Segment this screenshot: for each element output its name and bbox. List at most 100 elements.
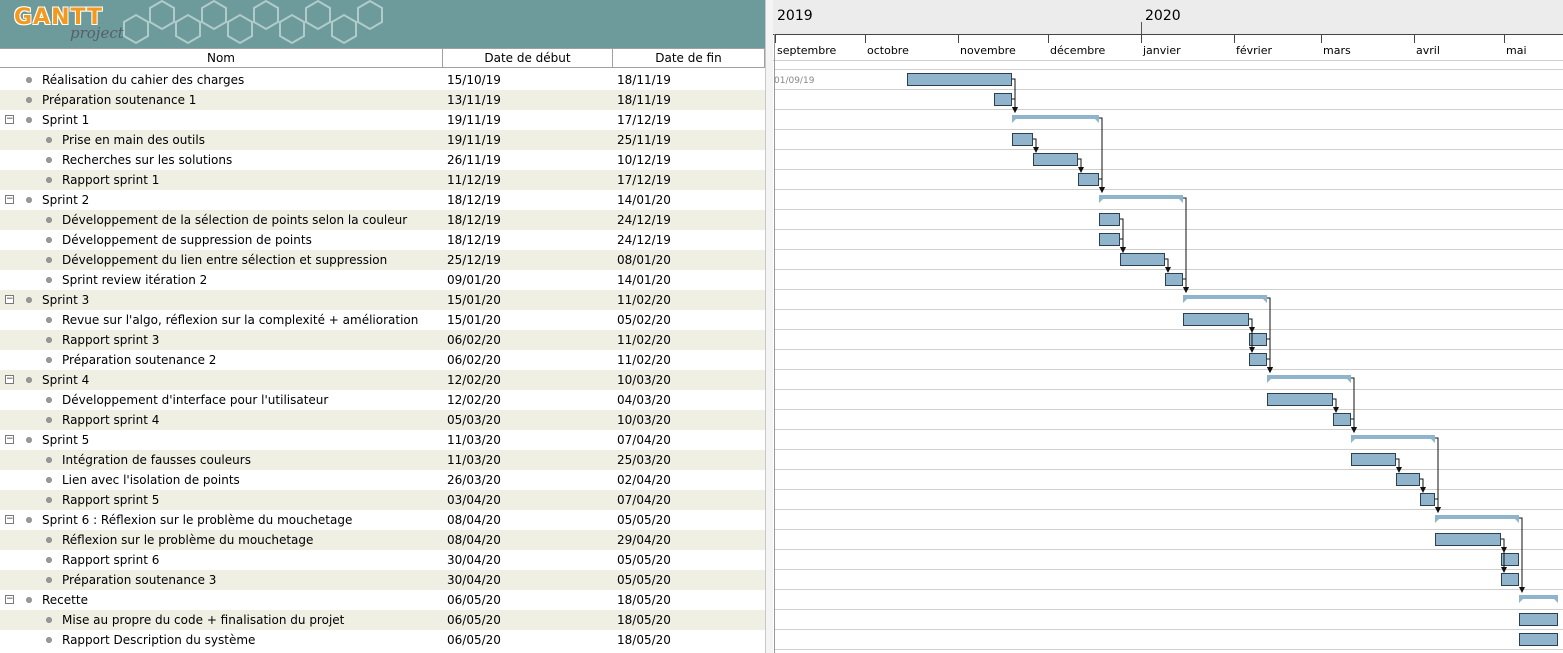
task-end-date: 10/12/19: [617, 153, 671, 167]
task-name: Mise au propre du code + finalisation du…: [62, 613, 345, 627]
task-start-date: 15/01/20: [447, 293, 501, 307]
task-row[interactable]: Prise en main des outils 19/11/19 25/11/19: [0, 130, 765, 150]
column-header-start-date[interactable]: Date de début: [443, 49, 613, 68]
task-bar[interactable]: [1099, 233, 1120, 246]
task-bar[interactable]: [1120, 253, 1165, 266]
task-row[interactable]: Développement de la sélection de points …: [0, 210, 765, 230]
task-start-date: 05/03/20: [447, 413, 501, 427]
dependency-line: [1012, 98, 1016, 108]
column-header-name[interactable]: Nom: [0, 49, 443, 68]
task-bar[interactable]: [1519, 613, 1558, 626]
task-end-date: 24/12/19: [617, 213, 671, 227]
task-end-date: 14/01/20: [617, 193, 671, 207]
task-start-date: 18/12/19: [447, 193, 501, 207]
summary-task-bar[interactable]: [1099, 195, 1183, 203]
task-bar[interactable]: [1165, 273, 1183, 286]
collapse-toggle-icon[interactable]: −: [5, 295, 14, 304]
task-row[interactable]: Intégration de fausses couleurs 11/03/20 2…: [0, 450, 765, 470]
task-row[interactable]: Rapport sprint 3 06/02/20 11/02/20: [0, 330, 765, 350]
summary-task-bar[interactable]: [1519, 595, 1558, 603]
task-name: Préparation soutenance 2: [62, 353, 217, 367]
task-row[interactable]: Mise au propre du code + finalisation du…: [0, 610, 765, 630]
task-row[interactable]: Rapport sprint 5 03/04/20 07/04/20: [0, 490, 765, 510]
column-header-end-date[interactable]: Date de fin: [613, 49, 765, 68]
task-end-date: 11/02/20: [617, 353, 671, 367]
task-row[interactable]: − Sprint 2 18/12/19 14/01/20: [0, 190, 765, 210]
task-bar[interactable]: [994, 93, 1012, 106]
summary-task-bar[interactable]: [1267, 375, 1351, 383]
task-row[interactable]: − Sprint 5 11/03/20 07/04/20: [0, 430, 765, 450]
task-row[interactable]: Réalisation du cahier des charges 15/10/1…: [0, 70, 765, 90]
dependency-line: [1183, 278, 1187, 288]
task-name: Prise en main des outils: [62, 133, 205, 147]
task-row[interactable]: − Sprint 6 : Réflexion sur le problème du…: [0, 510, 765, 530]
task-row[interactable]: Développement du lien entre sélection et…: [0, 250, 765, 270]
task-row[interactable]: Préparation soutenance 3 30/04/20 05/05/20: [0, 570, 765, 590]
task-end-date: 10/03/20: [617, 413, 671, 427]
task-row[interactable]: Rapport sprint 1 11/12/19 17/12/19: [0, 170, 765, 190]
task-end-date: 02/04/20: [617, 473, 671, 487]
task-end-date: 17/12/19: [617, 113, 671, 127]
task-row[interactable]: − Sprint 3 15/01/20 11/02/20: [0, 290, 765, 310]
collapse-toggle-icon[interactable]: −: [5, 435, 14, 444]
task-bar[interactable]: [1183, 313, 1249, 326]
task-bar[interactable]: [1435, 533, 1501, 546]
task-end-date: 24/12/19: [617, 233, 671, 247]
task-row[interactable]: Rapport Description du système 06/05/20 18…: [0, 630, 765, 650]
task-bar[interactable]: [1033, 153, 1078, 166]
dependency-line: [1420, 478, 1424, 488]
task-end-date: 11/02/20: [617, 293, 671, 307]
task-row[interactable]: Revue sur l'algo, réflexion sur la compl…: [0, 310, 765, 330]
task-list: Réalisation du cahier des charges 15/10/1…: [0, 70, 765, 650]
task-bar[interactable]: [1420, 493, 1435, 506]
collapse-toggle-icon[interactable]: −: [5, 595, 14, 604]
task-bullet-icon: [46, 237, 52, 243]
task-row[interactable]: Rapport sprint 4 05/03/20 10/03/20: [0, 410, 765, 430]
collapse-toggle-icon[interactable]: −: [5, 115, 14, 124]
task-name: Sprint 1: [42, 113, 90, 127]
task-bullet-icon: [46, 357, 52, 363]
task-start-date: 15/10/19: [447, 73, 501, 87]
task-start-date: 26/03/20: [447, 473, 501, 487]
task-row[interactable]: − Recette 06/05/20 18/05/20: [0, 590, 765, 610]
summary-task-bar[interactable]: [1012, 115, 1099, 123]
task-bar[interactable]: [907, 73, 1012, 86]
panel-splitter[interactable]: [765, 0, 773, 653]
task-bullet-icon: [26, 97, 32, 103]
collapse-toggle-icon[interactable]: −: [5, 515, 14, 524]
task-bar[interactable]: [1267, 393, 1333, 406]
dependency-line: [1120, 238, 1124, 248]
task-name: Sprint review itération 2: [62, 273, 208, 287]
task-row[interactable]: − Sprint 4 12/02/20 10/03/20: [0, 370, 765, 390]
task-bar[interactable]: [1012, 133, 1033, 146]
task-row[interactable]: Préparation soutenance 2 06/02/20 11/02/20: [0, 350, 765, 370]
summary-task-bar[interactable]: [1435, 515, 1519, 523]
task-row[interactable]: Développement d'interface pour l'utilisa…: [0, 390, 765, 410]
dependency-line: [1333, 398, 1337, 408]
task-row[interactable]: − Sprint 1 19/11/19 17/12/19: [0, 110, 765, 130]
task-bar[interactable]: [1078, 173, 1099, 186]
task-start-date: 06/02/20: [447, 353, 501, 367]
task-row[interactable]: Préparation soutenance 1 13/11/19 18/11/19: [0, 90, 765, 110]
summary-task-bar[interactable]: [1183, 295, 1267, 303]
task-row[interactable]: Lien avec l'isolation de points 26/03/20 0…: [0, 470, 765, 490]
task-bar[interactable]: [1351, 453, 1396, 466]
task-row[interactable]: Recherches sur les solutions 26/11/19 10/1…: [0, 150, 765, 170]
task-row[interactable]: Développement de suppression de points 18…: [0, 230, 765, 250]
task-start-date: 06/05/20: [447, 613, 501, 627]
task-start-date: 25/12/19: [447, 253, 501, 267]
task-bar[interactable]: [1099, 213, 1120, 226]
task-row[interactable]: Rapport sprint 6 30/04/20 05/05/20: [0, 550, 765, 570]
task-bar[interactable]: [1501, 573, 1519, 586]
task-bar[interactable]: [1396, 473, 1420, 486]
task-row[interactable]: Réflexion sur le problème du mouchetage 0…: [0, 530, 765, 550]
summary-task-bar[interactable]: [1351, 435, 1435, 443]
task-bar[interactable]: [1249, 353, 1267, 366]
task-row[interactable]: Sprint review itération 2 09/01/20 14/01/2…: [0, 270, 765, 290]
collapse-toggle-icon[interactable]: −: [5, 375, 14, 384]
task-bullet-icon: [26, 597, 32, 603]
collapse-toggle-icon[interactable]: −: [5, 195, 14, 204]
task-bar[interactable]: [1519, 633, 1558, 646]
task-start-date: 12/02/20: [447, 373, 501, 387]
task-bar[interactable]: [1333, 413, 1351, 426]
